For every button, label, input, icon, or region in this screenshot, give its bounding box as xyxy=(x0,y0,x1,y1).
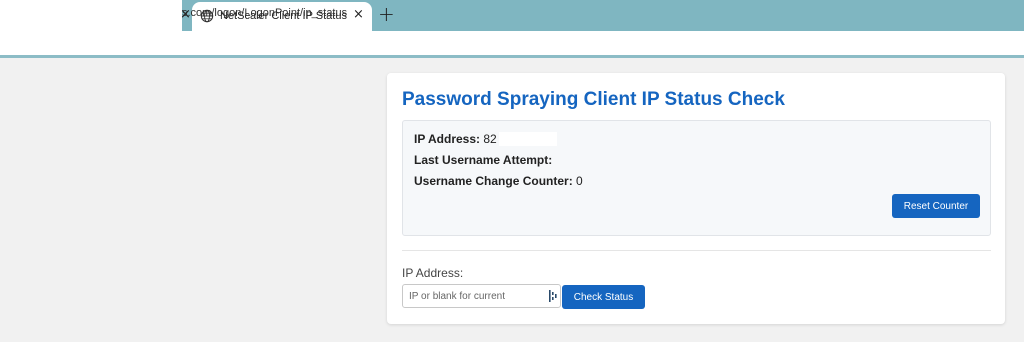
check-status-button[interactable]: Check Status xyxy=(562,285,645,309)
username-counter-row: Username Change Counter: 0 xyxy=(414,174,583,188)
status-panel: IP Address: 82 Last Username Attempt: Us… xyxy=(402,120,991,236)
last-username-row: Last Username Attempt: xyxy=(414,153,552,167)
section-divider xyxy=(402,250,991,251)
status-card: Password Spraying Client IP Status Check… xyxy=(387,73,1005,324)
ip-address-row: IP Address: 82 xyxy=(414,132,557,146)
address-bar-url[interactable]: s.com/logon/LogonPoint/ip_status xyxy=(182,7,347,19)
ip-address-label: IP Address: xyxy=(414,132,481,146)
page-title: Password Spraying Client IP Status Check xyxy=(402,89,785,110)
reset-counter-button[interactable]: Reset Counter xyxy=(892,194,980,218)
new-tab-icon[interactable]: + xyxy=(378,3,395,25)
redacted-region xyxy=(498,132,557,146)
cropped-region xyxy=(0,0,182,52)
ip-input[interactable] xyxy=(402,284,561,308)
ip-input-label: IP Address: xyxy=(402,266,464,280)
ip-address-value: 82 xyxy=(483,132,497,146)
last-username-label: Last Username Attempt: xyxy=(414,153,553,167)
username-counter-value: 0 xyxy=(576,174,583,188)
chrome-divider xyxy=(0,55,1024,58)
username-counter-label: Username Change Counter: xyxy=(414,174,573,188)
password-manager-icon[interactable] xyxy=(549,290,559,302)
tab-close-icon[interactable]: × xyxy=(353,8,364,22)
